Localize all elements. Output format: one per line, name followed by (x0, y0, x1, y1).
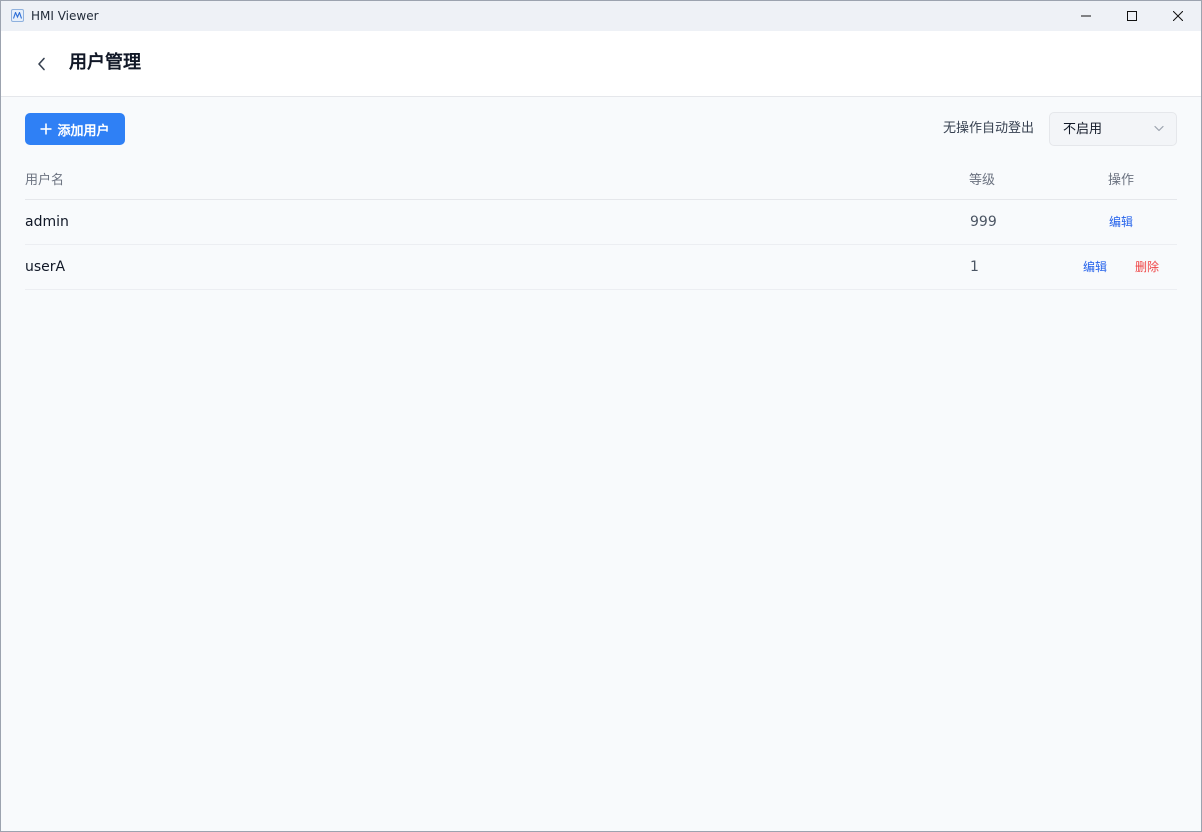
chevron-left-icon (38, 57, 45, 71)
app-window: HMI Viewer 用户管理 添加用户 无操作自动登出 不启用 用户名 等级 … (0, 0, 1202, 832)
cell-level: 1 (970, 259, 979, 275)
minimize-icon (1081, 15, 1091, 17)
auto-logout-value: 不启用 (1063, 122, 1103, 137)
plus-icon (40, 123, 52, 135)
column-header-username: 用户名 (25, 173, 65, 188)
add-user-button[interactable]: 添加用户 (25, 113, 125, 145)
table-row: userA 1 编辑 删除 (25, 245, 1177, 290)
window-title: HMI Viewer (31, 9, 99, 23)
column-header-level: 等级 (969, 173, 996, 188)
user-table: 用户名 等级 操作 admin 999 编辑 userA 1 编辑 删除 (25, 161, 1177, 290)
back-button[interactable] (29, 51, 55, 77)
maximize-icon (1127, 11, 1137, 21)
chevron-down-icon (1154, 125, 1164, 132)
app-logo-icon (11, 9, 24, 22)
add-user-label: 添加用户 (57, 123, 110, 139)
table-header: 用户名 等级 操作 (25, 161, 1177, 200)
cell-username: userA (25, 259, 66, 275)
title-bar: HMI Viewer (1, 1, 1201, 31)
maximize-button[interactable] (1109, 1, 1155, 31)
page-header: 用户管理 (1, 31, 1201, 97)
close-icon (1173, 11, 1183, 21)
auto-logout-select[interactable]: 不启用 (1049, 112, 1177, 146)
edit-link[interactable]: 编辑 (1109, 214, 1133, 230)
page-title: 用户管理 (69, 52, 141, 73)
auto-logout-label: 无操作自动登出 (943, 121, 1035, 136)
close-button[interactable] (1155, 1, 1201, 31)
delete-link[interactable]: 删除 (1135, 259, 1159, 275)
cell-username: admin (25, 214, 69, 230)
column-header-actions: 操作 (1107, 173, 1134, 188)
edit-link[interactable]: 编辑 (1083, 259, 1107, 275)
cell-level: 999 (970, 214, 997, 230)
table-row: admin 999 编辑 (25, 200, 1177, 245)
minimize-button[interactable] (1063, 1, 1109, 31)
